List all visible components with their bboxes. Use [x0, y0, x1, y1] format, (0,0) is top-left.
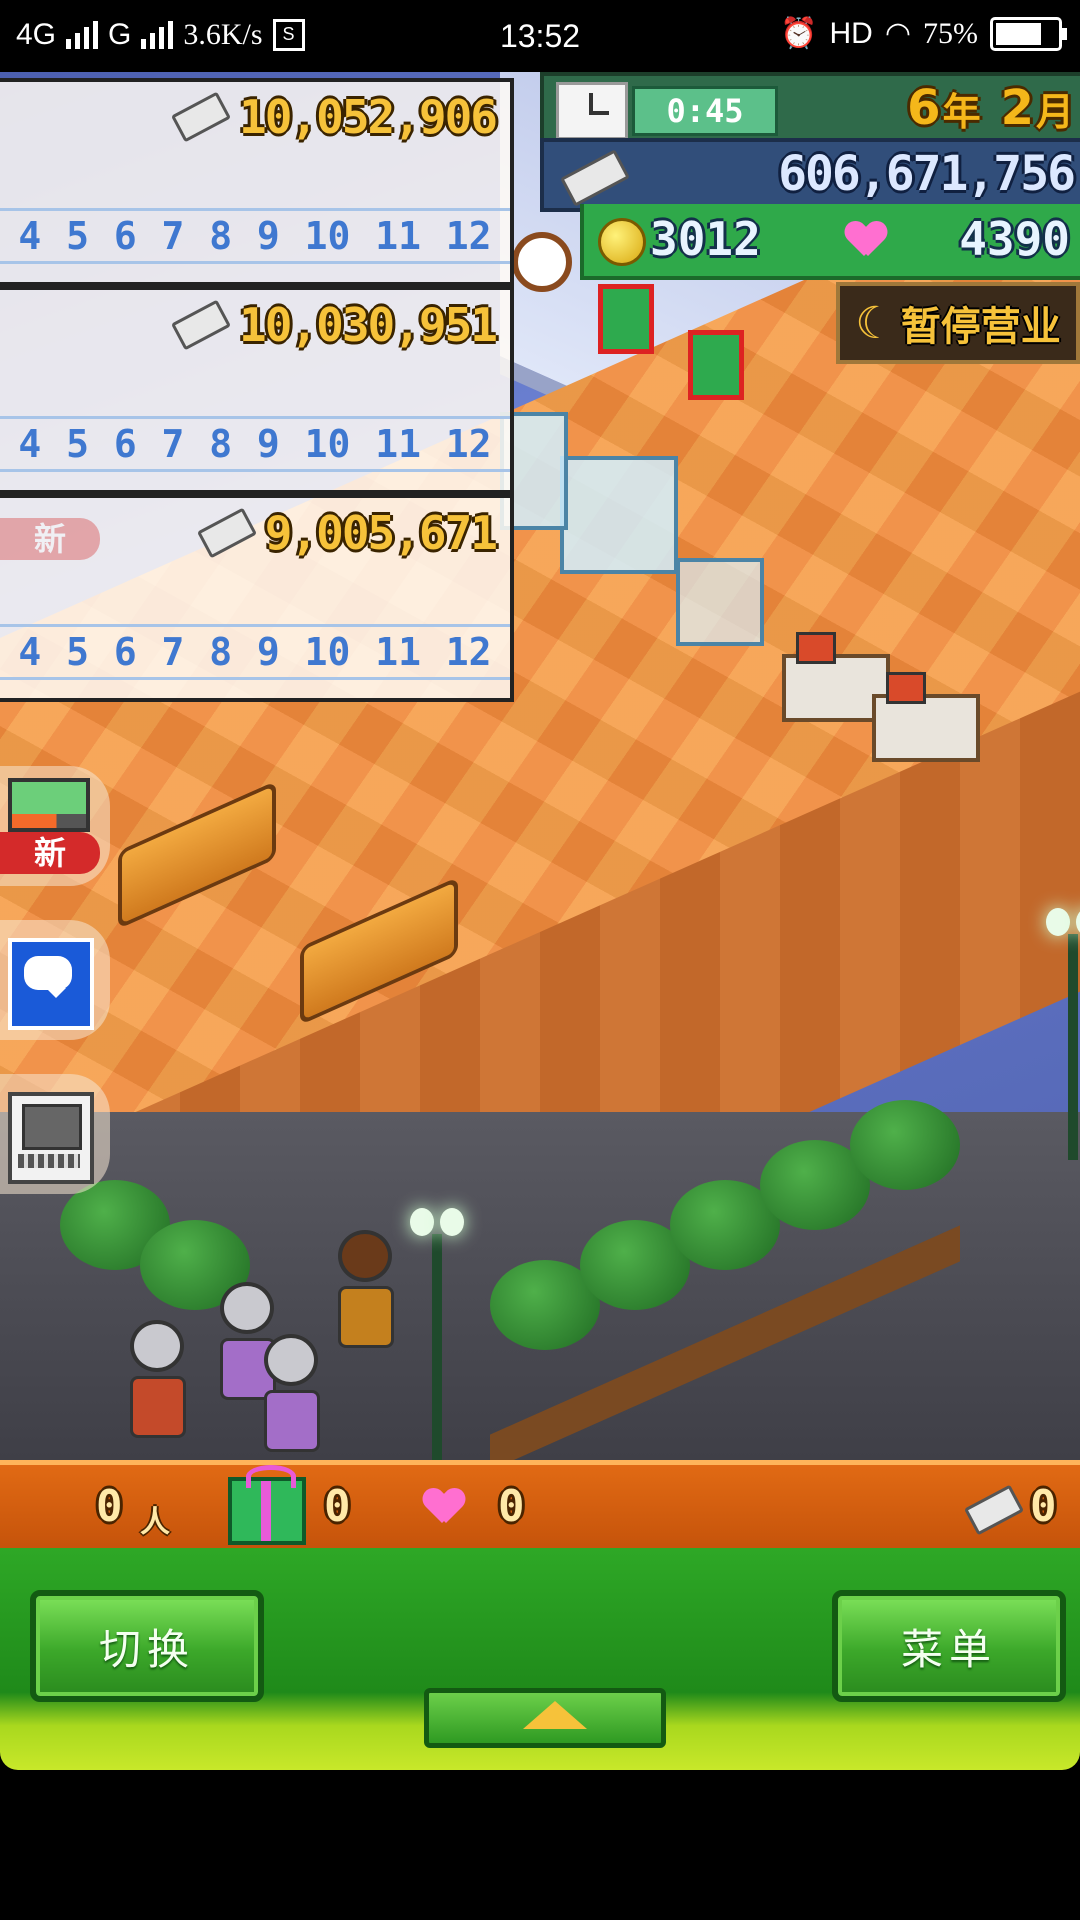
menu-button[interactable]: 菜单 — [832, 1590, 1066, 1702]
side-button-chat[interactable] — [0, 920, 110, 1040]
month-label: 4 — [18, 214, 42, 258]
top-hud: 0:45 6 年 2 月 606,671,756 3012 4390 — [540, 72, 1080, 282]
game-timer: 0:45 — [632, 86, 778, 136]
ranking-value: 9,005,671 — [264, 506, 498, 560]
month-axis: 4 5 6 7 8 9 10 11 12 — [0, 416, 510, 472]
month-label: 9 — [256, 630, 280, 674]
visitors-count: 0 — [96, 1481, 123, 1532]
expand-button[interactable] — [424, 1688, 666, 1748]
glass-partition — [676, 558, 764, 646]
month-label: 7 — [161, 214, 185, 258]
customer[interactable] — [130, 1320, 186, 1438]
month-label: 7 — [161, 630, 185, 674]
wifi-icon: ◠ — [884, 17, 911, 50]
month-label: 11 — [375, 422, 421, 466]
ranking-value: 10,052,906 — [239, 90, 498, 144]
display-case[interactable] — [560, 456, 678, 574]
ranking-panel[interactable]: 新 9,005,671 4 5 6 7 8 9 10 11 12 — [0, 494, 514, 702]
month-label: 12 — [445, 214, 492, 258]
month-unit: 月 — [1035, 89, 1074, 134]
year-number: 6 — [907, 80, 941, 136]
coins-hearts-bar: 3012 4390 — [580, 204, 1080, 280]
month-label: 8 — [209, 422, 233, 466]
month-axis: 4 5 6 7 8 9 10 11 12 — [0, 208, 510, 264]
coins-value: 3012 — [650, 212, 761, 266]
tickets-count: 0 — [1030, 1481, 1057, 1532]
year-unit: 年 — [942, 89, 981, 134]
battery-percent: 75% — [923, 16, 978, 50]
bottom-control-panel: 切换 菜单 — [0, 1548, 1080, 1770]
ticket-icon — [196, 507, 257, 559]
money-ticket-icon — [560, 149, 630, 207]
clock-icon — [556, 82, 628, 140]
closed-for-business-button[interactable]: ☾ 暂停营业 — [836, 282, 1080, 364]
closed-label: 暂停营业 — [900, 304, 1061, 350]
heart-icon — [424, 1489, 464, 1525]
ticket-icon — [171, 299, 232, 351]
switch-button[interactable]: 切换 — [30, 1590, 264, 1702]
heart-icon — [846, 222, 886, 258]
month-label: 10 — [304, 422, 351, 466]
month-label: 12 — [445, 630, 492, 674]
hedge — [850, 1100, 960, 1190]
battery-fill — [996, 22, 1041, 45]
month-label: 5 — [66, 214, 89, 258]
new-badge: 新 — [0, 832, 100, 874]
month-label: 4 — [18, 630, 42, 674]
month-label: 10 — [304, 630, 351, 674]
month-label: 8 — [209, 630, 233, 674]
battery-icon — [990, 16, 1067, 51]
month-label: 6 — [113, 422, 137, 466]
money-bar: 606,671,756 — [540, 138, 1080, 212]
visitors-unit: 人 — [140, 1505, 170, 1540]
side-button-computer[interactable] — [0, 1074, 110, 1194]
month-label: 4 — [18, 422, 42, 466]
hd-label: HD — [829, 16, 873, 50]
status-bar: 4G G 3.6K/s S 13:52 ⏰ HD ◠ 75% — [0, 0, 1080, 72]
month-axis: 4 5 6 7 8 9 10 11 12 — [0, 624, 510, 680]
month-label: 5 — [66, 422, 89, 466]
ranking-panel[interactable]: 10,030,951 4 5 6 7 8 9 10 11 12 — [0, 286, 514, 494]
chat-icon — [8, 938, 94, 1030]
month-label: 10 — [304, 214, 351, 258]
shop-counter[interactable] — [872, 672, 980, 762]
game-date: 6 年 2 月 — [907, 80, 1074, 136]
money-value: 606,671,756 — [778, 146, 1076, 202]
arrow-up-icon — [523, 1701, 587, 1729]
month-label: 5 — [66, 630, 89, 674]
month-label: 11 — [375, 630, 421, 674]
hearts-count: 0 — [498, 1481, 525, 1532]
ranking-panel[interactable]: 10,052,906 4 5 6 7 8 9 10 11 12 — [0, 78, 514, 286]
wall-picture — [598, 284, 654, 354]
month-label: 11 — [375, 214, 421, 258]
coin-icon — [598, 218, 646, 266]
time-date-bar: 0:45 6 年 2 月 — [540, 72, 1080, 146]
wall-picture — [688, 330, 744, 400]
ticket-icon — [171, 91, 232, 143]
moon-icon: ☾ — [855, 297, 895, 349]
customer[interactable] — [338, 1230, 394, 1348]
hearts-value: 4390 — [959, 212, 1070, 266]
tv-icon — [8, 778, 90, 832]
computer-icon — [8, 1092, 94, 1184]
customer[interactable] — [264, 1334, 320, 1452]
alarm-icon: ⏰ — [780, 17, 818, 50]
month-label: 9 — [256, 422, 280, 466]
month-label: 8 — [209, 214, 233, 258]
month-label: 6 — [113, 214, 137, 258]
month-label: 9 — [256, 214, 280, 258]
ticket-icon — [964, 1484, 1024, 1536]
gifts-count: 0 — [324, 1481, 351, 1532]
month-number: 2 — [1000, 80, 1034, 136]
month-label: 7 — [161, 422, 185, 466]
new-badge: 新 — [0, 518, 100, 560]
month-label: 6 — [113, 630, 137, 674]
street-lamp — [1046, 908, 1080, 1160]
ranking-value: 10,030,951 — [239, 298, 498, 352]
gift-icon — [228, 1465, 306, 1545]
stats-bar: 0 人 0 0 0 — [0, 1460, 1080, 1558]
month-label: 12 — [445, 422, 492, 466]
side-button-tv[interactable]: 新 — [0, 766, 110, 886]
street-lamp — [410, 1208, 464, 1460]
